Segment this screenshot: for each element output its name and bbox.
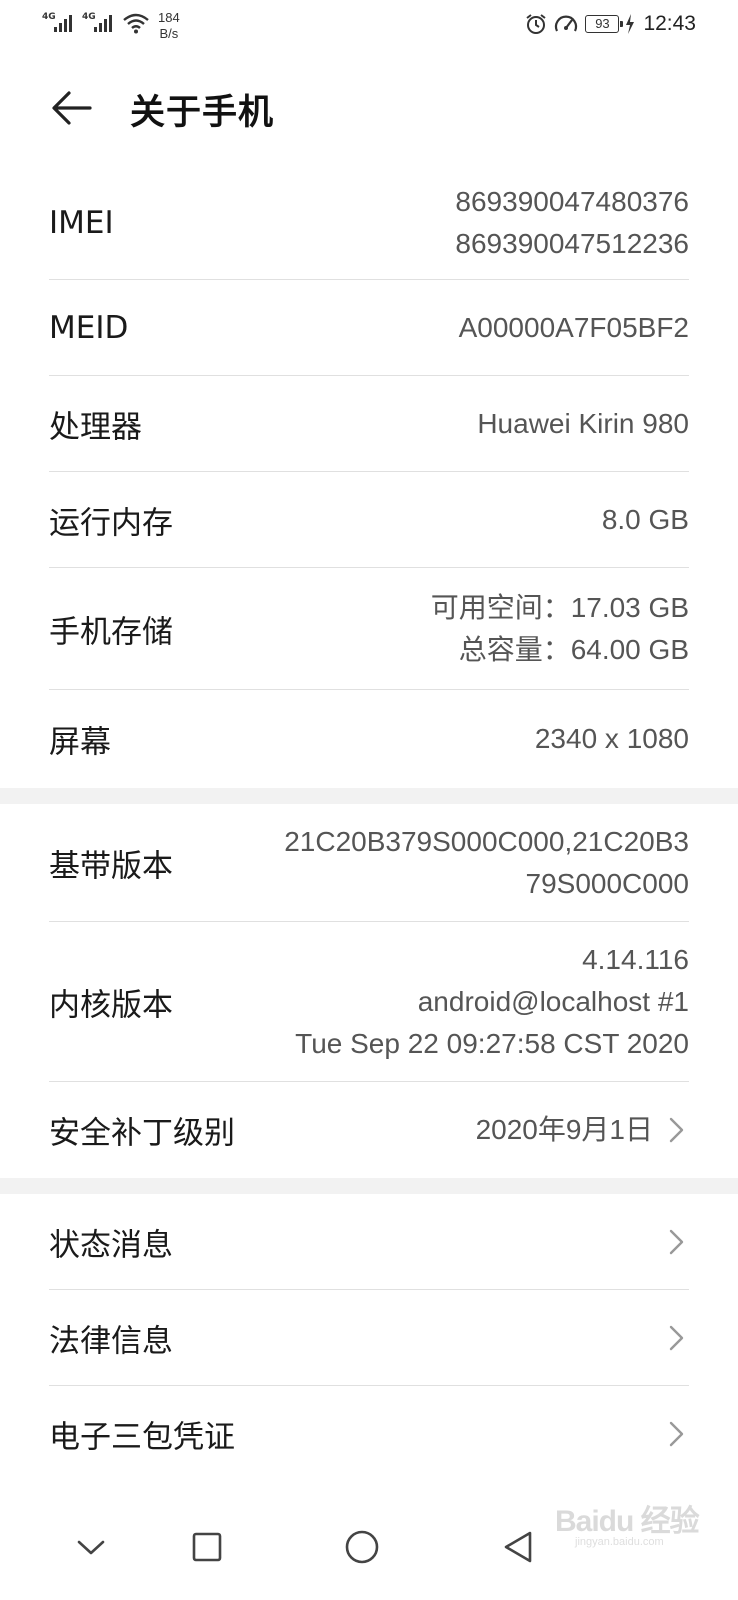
battery-level: 93 xyxy=(595,16,610,31)
row-label: 状态消息 xyxy=(49,1227,173,1263)
chevron-right-icon xyxy=(669,1325,684,1350)
row-value-line: 79S000C000 xyxy=(525,867,689,899)
row-value-line: 2340 x 1080 xyxy=(534,723,689,754)
wifi-icon xyxy=(123,13,149,34)
info-row[interactable]: IMEI 869390047480376 869390047512236 xyxy=(49,166,689,280)
link-row[interactable]: 法律信息 xyxy=(49,1290,689,1386)
home-circle-icon[interactable] xyxy=(337,1522,387,1572)
speed-unit: B/s xyxy=(159,26,179,41)
link-row[interactable]: 电子三包凭证 xyxy=(49,1386,689,1482)
info-row[interactable]: 运行内存 8.0 GB xyxy=(49,472,689,568)
row-value: Huawei Kirin 980 xyxy=(477,403,689,445)
row-label: 基带版本 xyxy=(49,848,173,884)
row-value-line: A00000A7F05BF2 xyxy=(458,311,689,343)
version-row[interactable]: 基带版本 21C20B379S000C000,21C20B3 79S000C000 xyxy=(49,804,689,922)
link-row[interactable]: 状态消息 xyxy=(49,1194,689,1290)
row-value: 869390047480376 869390047512236 xyxy=(455,181,689,265)
row-value-line: 4.14.116 xyxy=(582,943,689,975)
row-label: 屏幕 xyxy=(49,724,111,761)
recents-square-icon[interactable] xyxy=(182,1522,232,1572)
row-value-line: Tue Sep 22 09:27:58 CST 2020 xyxy=(295,1027,689,1059)
row-value: 8.0 GB xyxy=(602,499,689,541)
row-value: 4.14.116 android@localhost #1 Tue Sep 22 0… xyxy=(295,939,689,1065)
status-right: 93 12:43 xyxy=(525,12,696,36)
row-label: MEID xyxy=(49,309,129,346)
collapse-down-icon[interactable] xyxy=(66,1522,116,1572)
row-value: A00000A7F05BF2 xyxy=(459,307,689,349)
row-label: 电子三包凭证 xyxy=(49,1419,235,1456)
row-label: 处理器 xyxy=(49,409,142,445)
info-row[interactable]: 屏幕 2340 x 1080 xyxy=(49,690,689,788)
row-label: 安全补丁级别 xyxy=(49,1115,235,1152)
row-label: 内核版本 xyxy=(49,987,173,1023)
row-value: 2020年9月1日 xyxy=(476,1109,653,1151)
row-value-line: 2020年9月1日 xyxy=(475,1114,653,1145)
clock: 12:43 xyxy=(643,12,696,35)
signal-icon: 4G xyxy=(42,10,78,36)
info-row[interactable]: MEID A00000A7F05BF2 xyxy=(49,280,689,376)
status-bar: 4G 4G 184 B/s 93 12:43 xyxy=(0,0,738,50)
row-label: 法律信息 xyxy=(49,1323,173,1359)
version-row[interactable]: 安全补丁级别 2020年9月1日 xyxy=(49,1082,689,1178)
baidu-watermark: Baidu 经验 jingyan.baidu.com xyxy=(555,1488,705,1558)
row-value: 21C20B379S000C000,21C20B3 79S000C000 xyxy=(284,821,689,905)
app-bar: 关于手机 xyxy=(0,70,738,150)
chevron-right-icon xyxy=(669,1117,684,1143)
chevron-right-icon xyxy=(669,1421,684,1447)
row-value-line: 21C20B379S000C000,21C20B3 xyxy=(284,825,689,857)
row-value-line: Huawei Kirin 980 xyxy=(477,407,689,439)
network-speed: 184 B/s xyxy=(158,10,180,42)
status-left: 4G 4G 184 B/s xyxy=(42,10,180,42)
section-divider xyxy=(0,1178,738,1194)
row-value-line: 可用空间：17.03 GB xyxy=(430,591,689,623)
speedometer-icon xyxy=(555,15,578,32)
watermark-logo-text: Baidu 经验 xyxy=(555,1505,700,1538)
row-value-line: 总容量：64.00 GB xyxy=(458,633,689,665)
page-title: 关于手机 xyxy=(130,93,275,133)
charging-icon xyxy=(626,14,635,34)
row-value: 2340 x 1080 xyxy=(535,718,689,760)
row-label: IMEI xyxy=(49,204,114,241)
row-label: 手机存储 xyxy=(49,614,173,650)
row-value-line: 869390047480376 xyxy=(455,185,689,217)
row-label: 运行内存 xyxy=(49,505,173,541)
section-divider xyxy=(0,788,738,804)
battery-icon: 93 xyxy=(585,15,624,33)
row-value-line: 8.0 GB xyxy=(601,503,689,535)
info-row[interactable]: 处理器 Huawei Kirin 980 xyxy=(49,376,689,472)
version-row[interactable]: 内核版本 4.14.116 android@localhost #1 Tue Sep … xyxy=(49,922,689,1082)
row-value: 可用空间：17.03 GB 总容量：64.00 GB xyxy=(431,587,689,671)
watermark-url: jingyan.baidu.com xyxy=(575,1536,664,1548)
row-value-line: 869390047512236 xyxy=(455,227,689,259)
chevron-right-icon xyxy=(669,1229,684,1254)
speed-value: 184 xyxy=(158,10,180,25)
info-row[interactable]: 手机存储 可用空间：17.03 GB 总容量：64.00 GB xyxy=(49,568,689,690)
back-triangle-icon[interactable] xyxy=(493,1522,543,1572)
back-arrow-icon[interactable] xyxy=(50,88,94,128)
row-value-line: android@localhost #1 xyxy=(417,985,689,1017)
signal-icon: 4G xyxy=(82,10,118,36)
alarm-icon xyxy=(526,14,547,34)
